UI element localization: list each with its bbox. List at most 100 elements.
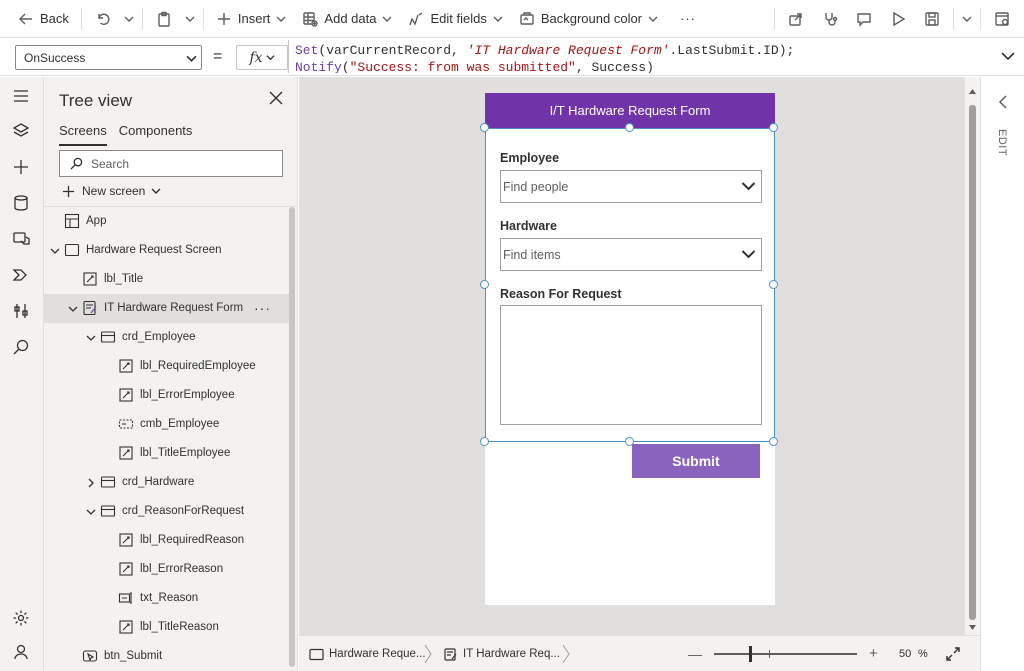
scroll-thumb[interactable] <box>969 105 976 620</box>
tree-node[interactable]: lbl_Title <box>44 265 289 294</box>
fx-button[interactable]: fx <box>236 45 288 70</box>
media-button[interactable] <box>12 230 32 250</box>
resize-handle-top[interactable] <box>625 123 634 132</box>
tree-node[interactable]: lbl_RequiredEmployee <box>44 352 289 381</box>
chevron-down-icon[interactable] <box>68 304 78 314</box>
new-screen-button[interactable]: New screen <box>62 184 161 198</box>
app-checker-button[interactable] <box>813 0 847 38</box>
chevron-down-icon[interactable] <box>50 246 60 256</box>
bottom-bar: Hardware Reque... IT Hardware Req... — +… <box>299 635 980 671</box>
tree-node[interactable]: crd_ReasonForRequest <box>44 497 289 526</box>
card-icon <box>100 329 116 345</box>
breadcrumb-form[interactable]: IT Hardware Req... <box>443 636 560 671</box>
chevron-down-icon <box>1001 52 1015 61</box>
breadcrumb-screen[interactable]: Hardware Reque... <box>309 636 426 671</box>
hardware-combobox[interactable]: Find items <box>500 238 762 271</box>
tree-node[interactable]: crd_Employee <box>44 323 289 352</box>
share-button[interactable] <box>779 0 813 38</box>
canvas-vertical-scrollbar[interactable] <box>965 77 980 635</box>
chevron-down-icon <box>741 182 756 191</box>
agent-icon <box>14 644 28 660</box>
add-data-button[interactable]: Add data <box>294 0 400 38</box>
zoom-slider-thumb[interactable] <box>749 646 752 662</box>
save-dropdown[interactable] <box>958 0 976 38</box>
tree-view-button[interactable] <box>12 122 32 142</box>
more-commands-button[interactable]: ··· <box>666 0 710 38</box>
preview-button[interactable] <box>881 0 915 38</box>
insert-button[interactable]: Insert <box>208 0 295 38</box>
equals-sign: = <box>213 48 223 65</box>
chevron-right-icon[interactable] <box>86 478 96 488</box>
textinput-icon <box>118 590 134 606</box>
tree-node[interactable]: txt_Reason <box>44 584 289 613</box>
edit-form[interactable]: Employee Find people Hardware Find items… <box>485 128 775 442</box>
settings-button[interactable] <box>12 609 32 629</box>
tree-node[interactable]: crd_Hardware <box>44 468 289 497</box>
app-screen[interactable]: I/T Hardware Request Form Employee Find … <box>480 93 778 605</box>
chevron-right-icon <box>562 644 570 664</box>
tree-node[interactable]: IT Hardware Request Form ··· <box>44 294 289 323</box>
tree-node[interactable]: Hardware Request Screen <box>44 236 289 265</box>
tree-scrollbar[interactable] <box>289 207 295 667</box>
paste-button[interactable] <box>147 0 181 38</box>
edit-fields-button[interactable]: Edit fields <box>400 0 510 38</box>
save-button[interactable] <box>915 0 949 38</box>
menu-button[interactable] <box>12 87 32 107</box>
tree-node[interactable]: App <box>44 207 289 236</box>
tree-node[interactable]: lbl_ErrorEmployee <box>44 381 289 410</box>
reason-label: Reason For Request <box>500 287 622 301</box>
tree-node[interactable]: btn_Submit <box>44 642 289 671</box>
formula-text: .LastSubmit.ID); <box>669 43 795 58</box>
tab-components[interactable]: Components <box>119 123 193 146</box>
tree-node[interactable]: cmb_Employee <box>44 410 289 439</box>
background-color-button[interactable]: Background color <box>511 0 666 38</box>
zoom-value[interactable]: 50 <box>899 648 911 660</box>
comments-button[interactable] <box>847 0 881 38</box>
resize-handle-top-right[interactable] <box>769 123 778 132</box>
property-dropdown[interactable]: OnSuccess <box>15 45 202 70</box>
separator <box>953 7 954 30</box>
insert-rail-button[interactable] <box>12 158 32 178</box>
reason-textarea[interactable] <box>500 305 762 425</box>
zoom-slider-track[interactable] <box>714 653 857 655</box>
formula-editor[interactable]: Set(varCurrentRecord, 'IT Hardware Reque… <box>288 40 988 73</box>
separator <box>980 7 981 30</box>
employee-combobox[interactable]: Find people <box>500 170 762 203</box>
chevron-down-icon[interactable] <box>86 507 96 517</box>
chevron-down-icon <box>276 16 286 22</box>
resize-handle-top-left[interactable] <box>480 123 489 132</box>
publish-button[interactable] <box>985 0 1024 38</box>
more-options-button[interactable]: ··· <box>254 300 271 316</box>
back-button[interactable]: Back <box>0 0 77 38</box>
close-tree-button[interactable] <box>269 91 283 105</box>
advanced-tools-button[interactable] <box>12 302 32 322</box>
tree-node[interactable]: lbl_RequiredReason <box>44 526 289 555</box>
expand-formula-button[interactable] <box>1000 48 1016 64</box>
data-button[interactable] <box>12 194 32 214</box>
expand-properties-button[interactable] <box>997 95 1009 109</box>
search-rail-button[interactable] <box>12 338 32 358</box>
scroll-down-button[interactable] <box>968 621 977 630</box>
edit-panel-label[interactable]: EDIT <box>996 129 1008 156</box>
tree-node[interactable]: lbl_TitleReason <box>44 613 289 642</box>
paint-bucket-icon <box>520 11 534 25</box>
undo-dropdown[interactable] <box>120 0 138 38</box>
resize-handle-right[interactable] <box>769 280 778 289</box>
zoom-out-button[interactable]: — <box>688 646 702 662</box>
scroll-up-button[interactable] <box>968 85 977 94</box>
resize-handle-bottom-right[interactable] <box>769 437 778 446</box>
undo-button[interactable] <box>86 0 120 38</box>
power-automate-button[interactable] <box>12 266 32 286</box>
paste-dropdown[interactable] <box>181 0 199 38</box>
resize-handle-left[interactable] <box>480 280 489 289</box>
tree-search-input[interactable]: Search <box>59 150 283 177</box>
tree-node[interactable]: lbl_ErrorReason <box>44 555 289 584</box>
virtual-agent-button[interactable] <box>12 643 32 663</box>
tree-node[interactable]: lbl_TitleEmployee <box>44 439 289 468</box>
fit-to-window-button[interactable] <box>945 646 961 662</box>
zoom-in-button[interactable]: + <box>869 645 878 662</box>
tab-screens[interactable]: Screens <box>59 123 107 146</box>
chevron-down-icon[interactable] <box>86 333 96 343</box>
resize-handle-bottom-left[interactable] <box>480 437 489 446</box>
submit-button[interactable]: Submit <box>632 444 760 478</box>
